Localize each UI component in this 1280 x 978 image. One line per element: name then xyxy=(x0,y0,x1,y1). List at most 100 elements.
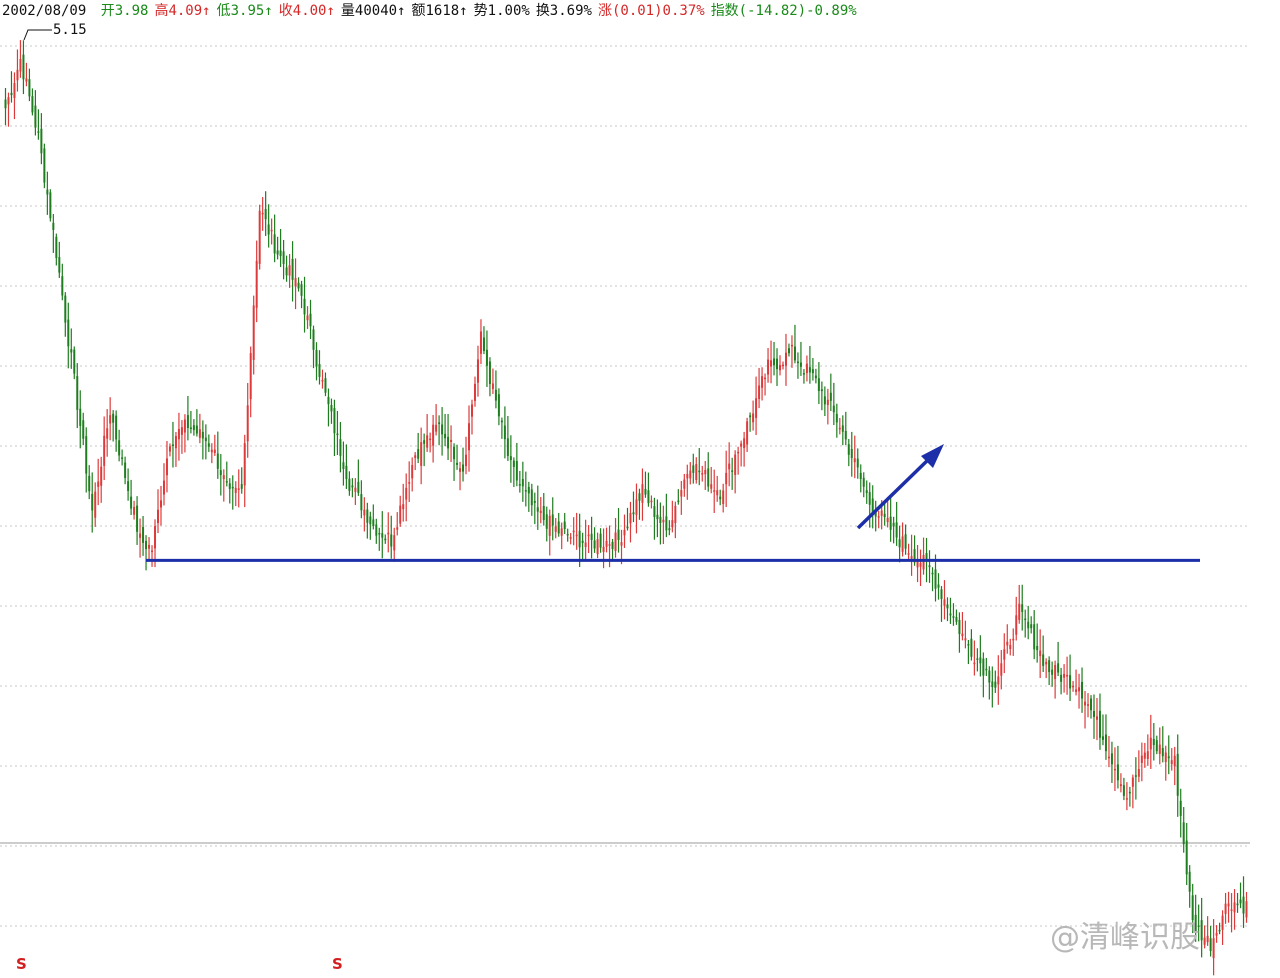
candle-body xyxy=(515,461,518,481)
candle xyxy=(665,493,668,538)
candle-body xyxy=(195,425,198,434)
candle-body xyxy=(973,662,976,665)
candle-body xyxy=(752,413,755,423)
candle-body xyxy=(70,349,73,353)
candle-body xyxy=(258,210,261,264)
candle xyxy=(405,473,408,522)
candle xyxy=(294,258,297,310)
candle-body xyxy=(563,521,566,529)
candle xyxy=(973,640,976,676)
candle xyxy=(476,345,479,397)
candle xyxy=(910,534,913,576)
candle-body xyxy=(731,470,734,472)
candle xyxy=(1221,910,1224,946)
candle-body xyxy=(19,58,22,72)
candle-body xyxy=(814,375,817,379)
candle-body xyxy=(462,464,465,472)
candle-body xyxy=(811,369,814,374)
candle-body xyxy=(1146,751,1149,759)
candle-body xyxy=(423,440,426,444)
candle-body xyxy=(435,424,438,432)
candle-body xyxy=(997,676,1000,685)
candle xyxy=(267,204,270,248)
candle xyxy=(240,467,243,494)
candle xyxy=(1116,745,1119,789)
candle xyxy=(372,504,375,530)
candle-body xyxy=(171,444,174,446)
candle-body xyxy=(964,638,967,641)
candle xyxy=(521,461,524,502)
candle xyxy=(1170,748,1173,771)
candle-body xyxy=(847,444,850,455)
candle-body xyxy=(157,509,160,524)
candle-body xyxy=(943,599,946,606)
candle-body xyxy=(686,473,689,479)
candle xyxy=(988,666,991,700)
candle xyxy=(623,514,626,548)
candle-body xyxy=(381,533,384,538)
candle-body xyxy=(755,398,758,418)
candle xyxy=(234,481,237,507)
candle-body xyxy=(1113,768,1116,771)
candle-body xyxy=(1152,739,1155,746)
candle-body xyxy=(1090,698,1093,711)
candle xyxy=(958,612,961,653)
candle xyxy=(587,525,590,554)
candle-body xyxy=(444,433,447,439)
candle xyxy=(276,236,279,260)
candle-body xyxy=(802,373,805,375)
candle-body xyxy=(228,483,231,489)
info-field: 势1.00% xyxy=(473,3,530,19)
candle xyxy=(767,347,770,383)
candle xyxy=(832,382,835,426)
candle xyxy=(459,461,462,491)
candle xyxy=(755,376,758,436)
candle-body xyxy=(88,475,91,492)
candle xyxy=(25,62,28,87)
candle-body xyxy=(363,509,366,516)
candle-body xyxy=(910,556,913,559)
candle-body xyxy=(740,443,743,447)
candle-body xyxy=(399,505,402,524)
candle-body xyxy=(1119,784,1122,787)
candle xyxy=(456,444,459,470)
candle-body xyxy=(360,494,363,511)
candle-body xyxy=(432,424,435,446)
candle xyxy=(249,346,252,418)
candle-body xyxy=(584,542,587,548)
candle-body xyxy=(1027,621,1030,629)
candle-body xyxy=(201,431,204,439)
candle xyxy=(222,469,225,502)
candle-body xyxy=(1140,755,1143,763)
candle xyxy=(796,352,799,379)
candle xyxy=(145,535,148,571)
candle xyxy=(1006,624,1009,654)
candle xyxy=(707,452,710,492)
candle xyxy=(844,411,847,446)
candle-body xyxy=(820,389,823,392)
candle xyxy=(1039,629,1042,679)
candle xyxy=(850,431,853,477)
candle xyxy=(1021,584,1024,631)
candle xyxy=(626,507,629,531)
signal-marker-s: S xyxy=(332,955,343,973)
candle-body xyxy=(1206,935,1209,943)
candle-body xyxy=(967,644,970,646)
candle xyxy=(1131,774,1134,809)
candle xyxy=(312,325,315,369)
candle xyxy=(512,457,515,488)
candle-body xyxy=(159,500,162,508)
candle xyxy=(494,370,497,409)
candle-body xyxy=(252,305,255,360)
candle-body xyxy=(611,541,614,550)
candle xyxy=(1051,661,1054,687)
candle xyxy=(692,453,695,484)
candle xyxy=(246,382,249,458)
candle-body xyxy=(426,435,429,448)
candle xyxy=(228,478,231,504)
candle-body xyxy=(318,364,321,377)
candle-body xyxy=(859,472,862,479)
candle xyxy=(1048,656,1051,686)
candle-body xyxy=(737,451,740,454)
candle xyxy=(871,485,874,529)
